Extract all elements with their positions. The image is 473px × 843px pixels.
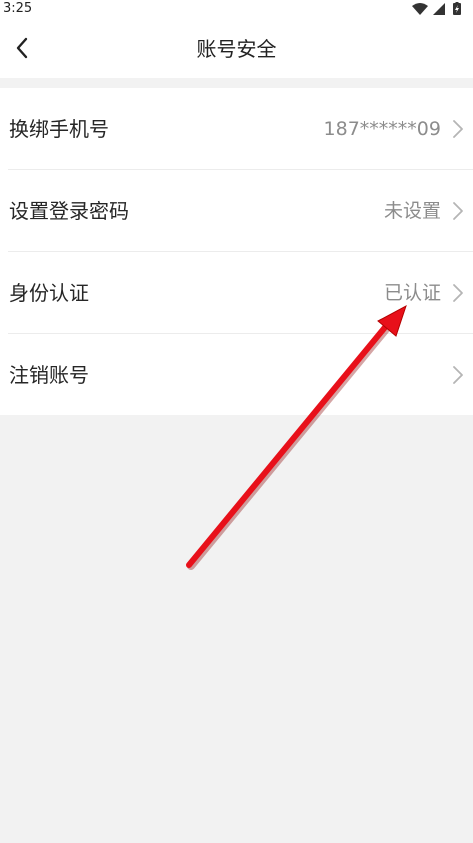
chevron-right-icon xyxy=(453,366,463,384)
page-title: 账号安全 xyxy=(196,37,277,61)
change-phone-label: 换绑手机号 xyxy=(9,117,109,141)
settings-list: 换绑手机号 187******09 设置登录密码 未设置 身份认证 已认证 注销… xyxy=(0,88,473,415)
status-bar: 3:25 xyxy=(0,0,473,18)
status-time: 3:25 xyxy=(3,1,33,16)
account-security-screen: 3:25 账号安全 换绑手机号 187******09 设置登录密码 未设置 身… xyxy=(0,0,473,843)
chevron-right-icon xyxy=(453,120,463,138)
verification-status-value: 已认证 xyxy=(383,282,441,304)
identity-verification-label: 身份认证 xyxy=(9,281,89,305)
set-password-label: 设置登录密码 xyxy=(9,199,129,223)
wifi-icon xyxy=(412,3,428,15)
battery-icon xyxy=(453,2,461,15)
set-password-row[interactable]: 设置登录密码 未设置 xyxy=(8,170,473,252)
chevron-right-icon xyxy=(453,284,463,302)
phone-number-value: 187******09 xyxy=(323,118,441,140)
signal-icon xyxy=(433,3,445,15)
password-status-value: 未设置 xyxy=(383,200,441,222)
nav-bar: 账号安全 xyxy=(0,18,473,78)
change-phone-row[interactable]: 换绑手机号 187******09 xyxy=(8,88,473,170)
cancel-account-label: 注销账号 xyxy=(9,363,89,387)
status-icons xyxy=(411,2,467,16)
chevron-right-icon xyxy=(453,202,463,220)
identity-verification-row[interactable]: 身份认证 已认证 xyxy=(8,252,473,334)
cancel-account-row[interactable]: 注销账号 xyxy=(8,334,473,416)
